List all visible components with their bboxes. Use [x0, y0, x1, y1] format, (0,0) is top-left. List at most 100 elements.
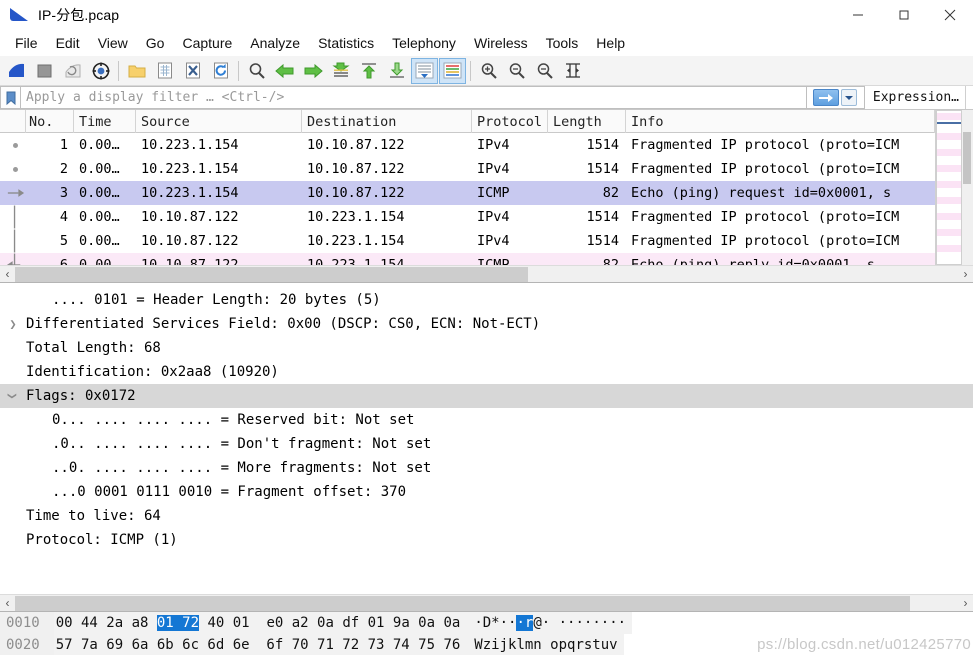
save-file-icon[interactable] [151, 58, 178, 84]
go-forward-icon[interactable] [299, 58, 326, 84]
menu-item-analyze[interactable]: Analyze [241, 32, 309, 54]
packet-detail-tree[interactable]: .... 0101 = Header Length: 20 bytes (5) … [0, 283, 973, 594]
hex-ascii-pre: ·D*·· [474, 615, 517, 631]
menu-item-view[interactable]: View [89, 32, 137, 54]
detail-row[interactable]: 0... .... .... .... = Reserved bit: Not … [0, 408, 973, 432]
go-first-packet-icon[interactable] [355, 58, 382, 84]
cell-length: 82 [602, 257, 619, 265]
hscroll-track[interactable] [15, 266, 958, 282]
maximize-button[interactable] [881, 0, 927, 30]
menu-item-help[interactable]: Help [587, 32, 634, 54]
detail-row-selected[interactable]: ❯ Flags: 0x0172 [0, 384, 973, 408]
minimize-button[interactable] [835, 0, 881, 30]
hscroll-thumb[interactable] [15, 595, 910, 611]
column-header-protocol[interactable]: Protocol [472, 110, 548, 133]
zoom-reset-icon[interactable] [531, 58, 558, 84]
column-header-no[interactable]: No. [26, 110, 74, 133]
zoom-in-icon[interactable] [475, 58, 502, 84]
column-header-source[interactable]: Source [136, 110, 302, 133]
hscroll-track[interactable] [15, 595, 958, 611]
menu-item-statistics[interactable]: Statistics [309, 32, 383, 54]
hex-row[interactable]: 0020 57 7a 69 6a 6b 6c 6d 6e 6f 70 71 72… [0, 634, 973, 655]
menu-item-edit[interactable]: Edit [47, 32, 89, 54]
hscroll-left-arrow-icon[interactable]: ‹ [0, 268, 15, 280]
go-to-packet-icon[interactable] [327, 58, 354, 84]
cell-time: 0.00… [79, 161, 120, 177]
zoom-out-icon[interactable] [503, 58, 530, 84]
detail-row[interactable]: Total Length: 68 [0, 336, 973, 360]
close-file-icon[interactable] [179, 58, 206, 84]
stop-capture-icon[interactable] [31, 58, 58, 84]
hscroll-thumb[interactable] [15, 266, 528, 282]
table-row[interactable]: 2 0.00… 10.223.1.154 10.10.87.122 IPv4 1… [0, 157, 935, 181]
packet-list-scrollbar[interactable] [935, 110, 973, 265]
menu-item-tools[interactable]: Tools [537, 32, 588, 54]
auto-scroll-icon[interactable] [411, 57, 438, 84]
filter-expression-button[interactable]: Expression… [865, 86, 965, 109]
table-row[interactable]: 6 0.00… 10.10.87.122 10.223.1.154 ICMP 8… [0, 253, 935, 265]
hex-row[interactable]: 0010 00 44 2a a8 01 72 40 01 e0 a2 0a df… [0, 612, 973, 634]
menu-item-file[interactable]: File [6, 32, 47, 54]
detail-row-label: ...0 0001 0111 0010 = Fragment offset: 3… [52, 484, 407, 500]
table-row-selected[interactable]: 3 0.00… 10.223.1.154 10.10.87.122 ICMP 8… [0, 181, 935, 205]
detail-row[interactable]: ...0 0001 0111 0010 = Fragment offset: 3… [0, 480, 973, 504]
packet-list-hscrollbar[interactable]: ‹ › [0, 265, 973, 282]
hscroll-left-arrow-icon[interactable]: ‹ [0, 597, 15, 609]
detail-row[interactable]: .0.. .... .... .... = Don't fragment: No… [0, 432, 973, 456]
hex-ascii-highlighted: ·r [516, 615, 534, 631]
detail-row[interactable]: ..0. .... .... .... = More fragments: No… [0, 456, 973, 480]
detail-row[interactable]: .... 0101 = Header Length: 20 bytes (5) [0, 288, 973, 312]
hscroll-right-arrow-icon[interactable]: › [958, 268, 973, 280]
display-filter-input[interactable]: Apply a display filter … <Ctrl-/> [20, 86, 807, 109]
packet-bytes-pane[interactable]: 0010 00 44 2a a8 01 72 40 01 e0 a2 0a df… [0, 611, 973, 655]
chevron-right-icon[interactable]: ❯ [0, 318, 26, 330]
close-button[interactable] [927, 0, 973, 30]
detail-row-label: .0.. .... .... .... = Don't fragment: No… [52, 436, 432, 452]
resize-columns-icon[interactable] [559, 58, 586, 84]
find-packet-icon[interactable] [243, 58, 270, 84]
hex-ascii: ·D*·· ·r @· ········ [468, 612, 633, 634]
menu-item-capture[interactable]: Capture [173, 32, 241, 54]
colorize-icon[interactable] [439, 57, 466, 84]
menu-item-wireless[interactable]: Wireless [465, 32, 537, 54]
column-header-length[interactable]: Length [548, 110, 626, 133]
capture-options-icon[interactable] [87, 58, 114, 84]
go-last-packet-icon[interactable] [383, 58, 410, 84]
column-header-info[interactable]: Info [626, 110, 935, 133]
detail-row[interactable]: Time to live: 64 [0, 504, 973, 528]
cell-no: 2 [59, 161, 68, 177]
go-back-icon[interactable] [271, 58, 298, 84]
chevron-down-icon[interactable]: ❯ [0, 390, 26, 402]
cell-info: Fragmented IP protocol (proto=ICM [631, 137, 900, 153]
hex-bytes: 57 7a 69 6a 6b 6c 6d 6e 6f 70 71 72 73 7… [53, 634, 469, 655]
table-row[interactable]: 1 0.00… 10.223.1.154 10.10.87.122 IPv4 1… [0, 133, 935, 157]
hex-offset: 0010 [0, 612, 54, 634]
apply-filter-arrow-icon[interactable] [813, 89, 840, 106]
detail-row[interactable]: ❯ Differentiated Services Field: 0x00 (D… [0, 312, 973, 336]
restart-capture-icon[interactable] [59, 58, 86, 84]
detail-row[interactable]: Identification: 0x2aa8 (10920) [0, 360, 973, 384]
hscroll-right-arrow-icon[interactable]: › [958, 597, 973, 609]
column-header-time[interactable]: Time [74, 110, 136, 133]
detail-row-label: Protocol: ICMP (1) [26, 532, 178, 548]
cell-info: Echo (ping) reply id=0x0001, s [631, 257, 875, 265]
menu-item-telephony[interactable]: Telephony [383, 32, 465, 54]
filter-bookmark-icon[interactable] [0, 86, 20, 109]
open-file-icon[interactable] [123, 58, 150, 84]
packet-detail-hscrollbar[interactable]: ‹ › [0, 594, 973, 611]
packet-list-header: No. Time Source Destination Protocol Len… [0, 110, 935, 133]
cell-source: 10.223.1.154 [141, 137, 239, 153]
chevron-down-icon[interactable] [841, 89, 858, 106]
scrollbar-thumb[interactable] [963, 132, 971, 184]
intelligent-scrollbar-minimap[interactable] [936, 110, 962, 265]
menu-item-go[interactable]: Go [137, 32, 174, 54]
filter-actions [806, 86, 865, 109]
column-header-destination[interactable]: Destination [302, 110, 472, 133]
table-row[interactable]: 5 0.00… 10.10.87.122 10.223.1.154 IPv4 1… [0, 229, 935, 253]
detail-row[interactable]: Protocol: ICMP (1) [0, 528, 973, 552]
table-row[interactable]: 4 0.00… 10.10.87.122 10.223.1.154 IPv4 1… [0, 205, 935, 229]
cell-source: 10.10.87.122 [141, 233, 239, 249]
reload-file-icon[interactable] [207, 58, 234, 84]
packet-detail-pane: .... 0101 = Header Length: 20 bytes (5) … [0, 282, 973, 611]
start-capture-icon[interactable] [3, 58, 30, 84]
